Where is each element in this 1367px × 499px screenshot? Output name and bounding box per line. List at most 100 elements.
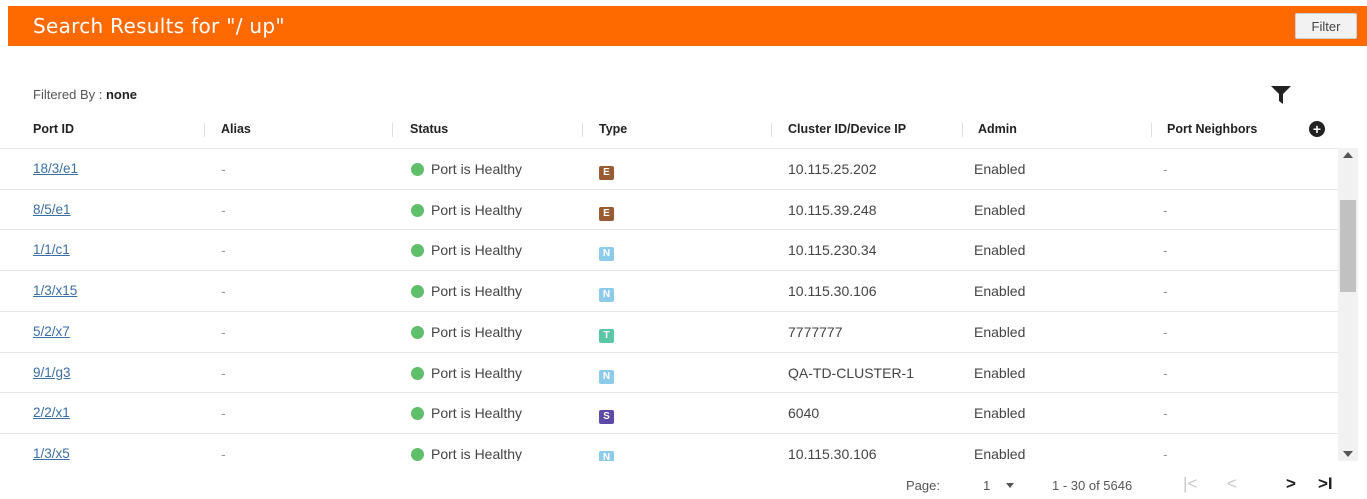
status-text: Port is Healthy xyxy=(431,201,523,218)
column-header-admin[interactable]: Admin xyxy=(978,122,1017,136)
cluster-cell: 10.115.30.106 xyxy=(788,283,877,300)
funnel-icon[interactable] xyxy=(1271,86,1291,104)
table-row[interactable]: 18/3/e1 - Port is Healthy E 10.115.25.202 Ena… xyxy=(0,148,1338,189)
cluster-cell: 10.115.30.106 xyxy=(788,445,877,461)
vertical-scrollbar[interactable] xyxy=(1338,148,1358,461)
alias-cell: - xyxy=(221,364,226,381)
scrollbar-thumb[interactable] xyxy=(1340,200,1356,292)
table-row[interactable]: 8/5/e1 - Port is Healthy E 10.115.39.248 Enab… xyxy=(0,188,1338,230)
cluster-cell: 10.115.25.202 xyxy=(788,161,877,177)
page-label: Page: xyxy=(906,478,940,493)
port-id-link[interactable]: 1/3/x15 xyxy=(33,283,77,298)
table-row[interactable]: 9/1/g3 - Port is Healthy N QA-TD-CLUSTER-1 En… xyxy=(0,351,1338,393)
type-badge: E xyxy=(599,166,614,180)
healthy-status-dot-icon xyxy=(411,203,424,217)
column-header-status[interactable]: Status xyxy=(410,122,448,136)
status-text: Port is Healthy xyxy=(431,242,523,259)
neighbors-cell: - xyxy=(1163,445,1168,461)
alias-cell: - xyxy=(221,405,226,422)
healthy-status-dot-icon xyxy=(411,366,424,380)
scroll-up-arrow-icon[interactable] xyxy=(1343,152,1353,158)
column-header-cluster[interactable]: Cluster ID/Device IP xyxy=(788,122,906,136)
last-page-button[interactable]: >I xyxy=(1318,474,1333,494)
neighbors-cell: - xyxy=(1163,323,1168,340)
status-text: Port is Healthy xyxy=(431,323,523,340)
neighbors-cell: - xyxy=(1163,201,1168,218)
results-table: 18/3/e1 - Port is Healthy E 10.115.25.202 Ena… xyxy=(0,148,1338,461)
status-cell: Port is Healthy xyxy=(411,202,522,218)
table-row[interactable]: 5/2/x7 - Port is Healthy T 7777777 Enabled - xyxy=(0,310,1338,352)
port-id-link[interactable]: 9/1/g3 xyxy=(33,365,71,380)
filtered-by-info: Filtered By : none xyxy=(33,87,137,102)
port-id-link[interactable]: 5/2/x7 xyxy=(33,324,70,339)
admin-cell: Enabled xyxy=(974,283,1026,300)
filtered-by-label: Filtered By : xyxy=(33,87,106,102)
alias-cell: - xyxy=(221,323,226,340)
column-header-port-id[interactable]: Port ID xyxy=(33,122,74,136)
filter-button[interactable]: Filter xyxy=(1295,13,1357,39)
first-page-button[interactable]: |< xyxy=(1183,474,1197,494)
alias-cell: - xyxy=(221,242,226,259)
table-row[interactable]: 1/3/x5 - Port is Healthy N 10.115.30.106 Enab… xyxy=(0,432,1338,461)
type-cell: S xyxy=(599,406,614,425)
column-divider xyxy=(1151,123,1152,137)
column-divider xyxy=(392,123,393,137)
neighbors-cell: - xyxy=(1163,242,1168,259)
neighbors-cell: - xyxy=(1163,161,1168,177)
type-badge: N xyxy=(599,369,614,384)
status-text: Port is Healthy xyxy=(431,161,523,177)
admin-cell: Enabled xyxy=(974,364,1026,381)
neighbors-cell: - xyxy=(1163,364,1168,381)
status-text: Port is Healthy xyxy=(431,364,523,381)
type-badge: E xyxy=(599,206,614,221)
status-text: Port is Healthy xyxy=(431,445,523,461)
type-badge: T xyxy=(599,328,614,343)
port-id-link[interactable]: 18/3/e1 xyxy=(33,161,78,176)
status-cell: Port is Healthy xyxy=(411,161,522,177)
cluster-cell: 10.115.39.248 xyxy=(788,201,877,218)
healthy-status-dot-icon xyxy=(411,285,424,299)
page-select[interactable]: 1 xyxy=(983,478,1014,493)
admin-cell: Enabled xyxy=(974,445,1026,461)
type-cell: E xyxy=(599,162,614,180)
table-row[interactable]: 2/2/x1 - Port is Healthy S 6040 Enabled - xyxy=(0,392,1338,433)
healthy-status-dot-icon xyxy=(411,447,424,461)
cluster-cell: QA-TD-CLUSTER-1 xyxy=(788,364,915,381)
admin-cell: Enabled xyxy=(974,242,1026,259)
port-id-link[interactable]: 1/3/x5 xyxy=(33,446,70,461)
status-cell: Port is Healthy xyxy=(411,405,522,421)
next-page-button[interactable]: > xyxy=(1286,474,1296,494)
status-cell: Port is Healthy xyxy=(411,283,522,299)
cluster-cell: 7777777 xyxy=(788,323,843,340)
column-header-port-neighbors[interactable]: Port Neighbors xyxy=(1167,122,1257,136)
filtered-by-value: none xyxy=(105,87,138,102)
caret-down-icon xyxy=(1005,483,1014,488)
column-header-alias[interactable]: Alias xyxy=(221,122,251,136)
admin-cell: Enabled xyxy=(974,201,1026,218)
status-cell: Port is Healthy xyxy=(411,446,522,461)
healthy-status-dot-icon xyxy=(411,244,424,258)
page-title: Search Results for "/ up" xyxy=(33,14,285,38)
admin-cell: Enabled xyxy=(974,323,1026,340)
scroll-down-arrow-icon[interactable] xyxy=(1343,451,1353,457)
port-id-link[interactable]: 8/5/e1 xyxy=(33,202,71,217)
pagination: Page: 1 1 - 30 of 5646 |< < > >I xyxy=(0,474,1367,498)
table-row[interactable]: 1/3/x15 - Port is Healthy N 10.115.30.106 Ena… xyxy=(0,270,1338,311)
port-id-link[interactable]: 1/1/c1 xyxy=(33,242,70,257)
port-id-link[interactable]: 2/2/x1 xyxy=(33,405,70,420)
page-select-value: 1 xyxy=(983,478,991,493)
alias-cell: - xyxy=(221,201,226,218)
type-badge: N xyxy=(599,450,614,461)
type-badge: S xyxy=(599,410,614,425)
plus-circle-icon[interactable]: + xyxy=(1309,121,1325,137)
status-cell: Port is Healthy xyxy=(411,242,522,258)
type-cell: N xyxy=(599,284,614,303)
type-cell: N xyxy=(599,447,614,461)
results-header: Search Results for "/ up" Filter xyxy=(8,6,1367,46)
table-row[interactable]: 1/1/c1 - Port is Healthy N 10.115.230.34 Enab… xyxy=(0,229,1338,270)
type-cell: N xyxy=(599,366,614,384)
prev-page-button[interactable]: < xyxy=(1227,474,1237,494)
type-badge: N xyxy=(599,247,614,262)
status-text: Port is Healthy xyxy=(431,405,523,422)
column-header-type[interactable]: Type xyxy=(599,122,627,136)
